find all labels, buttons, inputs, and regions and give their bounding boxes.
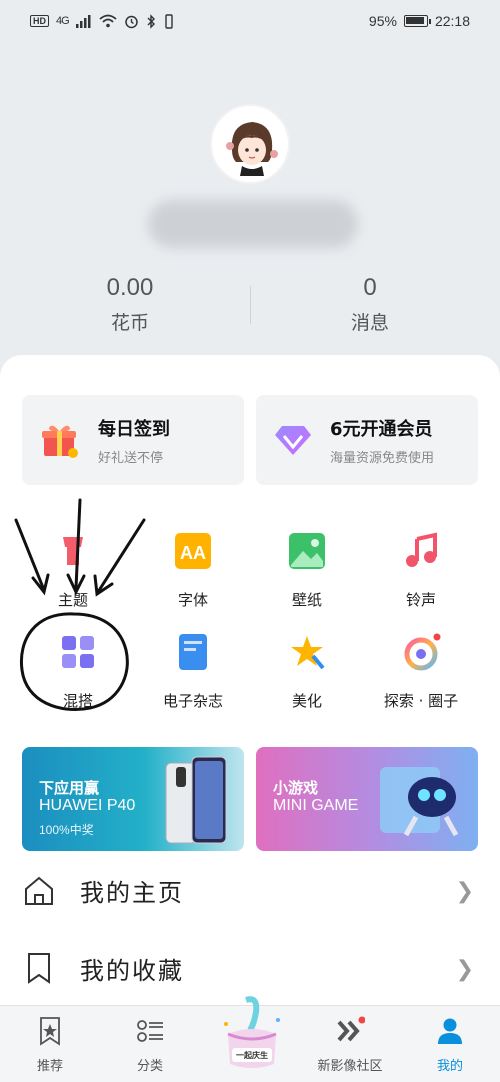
coins-stat[interactable]: 0.00 花币 bbox=[20, 274, 240, 335]
vip-card[interactable]: 6元开通会员 海量资源免费使用 bbox=[256, 395, 478, 485]
explore-icon bbox=[404, 633, 441, 671]
banner-line-1: 下应用赢 bbox=[39, 780, 100, 797]
chevron-right-icon: ❯ bbox=[455, 957, 474, 982]
mini-game-banner[interactable]: 小游戏 MINI GAME bbox=[256, 747, 478, 851]
tab-category[interactable]: 分类 bbox=[100, 1006, 200, 1082]
beautify-icon bbox=[291, 636, 325, 670]
username-blurred bbox=[148, 200, 358, 248]
my-favorites-row[interactable]: 我的收藏 ❯ bbox=[0, 933, 500, 1003]
daily-checkin-card[interactable]: 每日签到 好礼送不停 bbox=[22, 395, 244, 485]
home-icon bbox=[25, 876, 53, 905]
recommend-icon bbox=[40, 1017, 60, 1046]
community-icon bbox=[337, 1016, 366, 1042]
messages-stat[interactable]: 0 消息 bbox=[260, 274, 480, 335]
grid-item-magazine[interactable]: 电子杂志 bbox=[138, 632, 248, 711]
grid-item-explore[interactable]: 探索 · 圈子 bbox=[366, 632, 476, 711]
banner-line-1: 小游戏 bbox=[273, 780, 319, 797]
bluetooth-icon bbox=[147, 13, 155, 29]
avatar-image bbox=[226, 122, 278, 176]
checkin-subtitle: 好礼送不停 bbox=[98, 450, 164, 466]
grid-item-font[interactable]: AA 字体 bbox=[138, 531, 248, 610]
clock: 22:18 bbox=[434, 13, 470, 29]
grid-item-wallpaper[interactable]: 壁纸 bbox=[252, 531, 362, 610]
vip-subtitle: 海量资源免费使用 bbox=[330, 450, 435, 466]
signal-icon bbox=[75, 14, 91, 28]
grid-item-beautify[interactable]: 美化 bbox=[252, 632, 362, 711]
coins-value: 0.00 bbox=[106, 274, 154, 301]
messages-label: 消息 bbox=[350, 312, 389, 334]
theme-icon bbox=[63, 537, 83, 565]
battery-percent: 95% bbox=[368, 13, 397, 29]
vip-title: 6元开通会员 bbox=[330, 418, 433, 440]
my-homepage-row[interactable]: 我的主页 ❯ bbox=[0, 855, 500, 925]
ringtone-icon bbox=[406, 532, 437, 567]
tab-mine[interactable]: 我的 bbox=[400, 1006, 500, 1082]
svg-text:AA: AA bbox=[180, 543, 206, 563]
celebration-label: 一起庆生 bbox=[236, 1050, 268, 1060]
grid-item-mix[interactable]: 混搭 bbox=[23, 632, 133, 711]
battery-icon bbox=[403, 15, 431, 27]
tab-label: 新影像社区 bbox=[317, 1059, 383, 1074]
mix-icon bbox=[62, 636, 94, 668]
bottom-tab-bar: 推荐 分类 一起庆生 新影像社区 我的 bbox=[0, 996, 500, 1082]
grid-label: 电子杂志 bbox=[162, 692, 223, 710]
avatar[interactable] bbox=[210, 104, 290, 184]
font-icon: AA bbox=[175, 533, 211, 569]
wallpaper-icon bbox=[289, 533, 325, 569]
chevron-right-icon: ❯ bbox=[455, 879, 474, 904]
menu-label: 我的主页 bbox=[80, 878, 184, 907]
grid-label: 壁纸 bbox=[291, 591, 322, 609]
grid-item-theme[interactable]: 主题 bbox=[18, 531, 128, 610]
status-right: 95% 22:18 bbox=[369, 13, 470, 29]
phone-image bbox=[165, 756, 227, 844]
huawei-p40-banner[interactable]: 下应用赢 HUAWEI P40 100%中奖 bbox=[22, 747, 244, 851]
gift-icon bbox=[42, 425, 78, 458]
game-character-image bbox=[380, 767, 459, 837]
grid-label: 探索 · 圈子 bbox=[383, 692, 459, 710]
banner-line-2: MINI GAME bbox=[273, 797, 359, 814]
alarm-icon bbox=[124, 15, 138, 28]
battery-fill bbox=[405, 17, 424, 24]
vibrate-icon bbox=[164, 13, 173, 29]
grid-label: 混搭 bbox=[62, 692, 93, 710]
tab-recommend[interactable]: 推荐 bbox=[0, 1006, 100, 1082]
tab-community[interactable]: 新影像社区 bbox=[300, 1006, 400, 1082]
wifi-icon bbox=[99, 14, 117, 28]
tab-label: 推荐 bbox=[36, 1059, 63, 1074]
tab-label: 分类 bbox=[136, 1059, 163, 1074]
tab-celebration[interactable]: 一起庆生 bbox=[220, 994, 284, 1074]
status-bar: HD 4G 95% 22:18 bbox=[0, 0, 500, 42]
profile-icon bbox=[438, 1018, 462, 1044]
grid-label: 美化 bbox=[291, 692, 322, 710]
magazine-icon bbox=[179, 634, 207, 670]
status-left: HD 4G bbox=[30, 13, 175, 29]
category-icon bbox=[137, 1020, 163, 1042]
menu-label: 我的收藏 bbox=[80, 956, 184, 985]
main-card: 每日签到 好礼送不停 6元开通会员 海量资源免费使用 主题 AA 字体 壁纸 铃… bbox=[0, 355, 500, 1005]
bookmark-icon bbox=[28, 953, 50, 984]
tab-label: 我的 bbox=[436, 1059, 463, 1074]
hd-badge: HD bbox=[30, 15, 49, 27]
grid-label: 字体 bbox=[177, 591, 208, 609]
banner-line-2: HUAWEI P40 bbox=[39, 797, 136, 814]
messages-value: 0 bbox=[363, 274, 377, 301]
grid-label: 铃声 bbox=[405, 591, 436, 609]
network-label: 4G bbox=[56, 15, 70, 27]
stat-divider bbox=[250, 286, 251, 324]
grid-item-ringtone[interactable]: 铃声 bbox=[366, 531, 476, 610]
checkin-title: 每日签到 bbox=[98, 418, 170, 440]
vip-diamond-icon bbox=[275, 426, 311, 455]
banner-line-3: 100%中奖 bbox=[39, 823, 94, 837]
coins-label: 花币 bbox=[110, 312, 149, 334]
grid-label: 主题 bbox=[57, 591, 88, 609]
celebration-icon: 一起庆生 bbox=[224, 996, 280, 1068]
profile-header: 0.00 花币 0 消息 bbox=[0, 42, 500, 352]
